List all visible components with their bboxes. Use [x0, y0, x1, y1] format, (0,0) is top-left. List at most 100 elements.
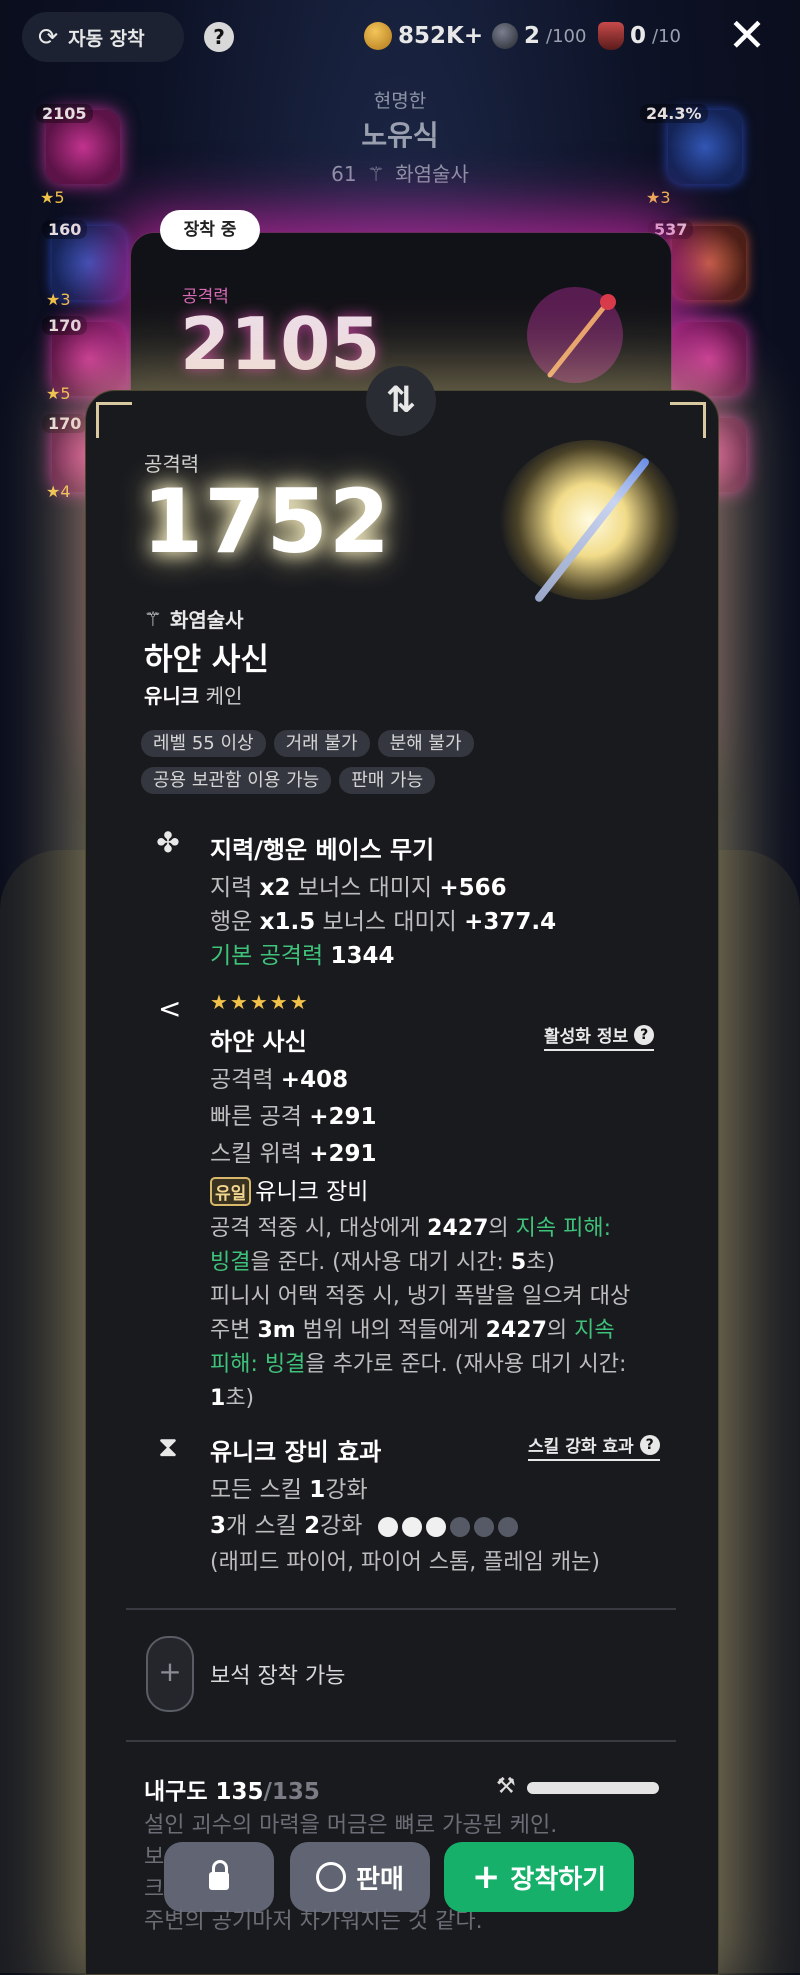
- stat-value: +566: [439, 875, 507, 901]
- hourglass-icon: ⧗: [158, 1430, 178, 1463]
- help-icon[interactable]: ?: [204, 22, 234, 52]
- slot-stars: ★5: [46, 384, 71, 403]
- class-icon: ⚚: [366, 162, 385, 186]
- base-attack-value: 1344: [330, 943, 395, 969]
- effect-range: 3m: [257, 1318, 296, 1343]
- equip-button[interactable]: + 장착하기: [444, 1842, 634, 1912]
- base-weapon-line-1: 지력 x2 보너스 대미지 +566: [210, 868, 507, 902]
- class-icon: ⚚: [144, 606, 162, 631]
- slot-value: 24.3%: [640, 104, 708, 123]
- stat-value: +377.4: [464, 909, 557, 935]
- auto-equip-button[interactable]: ⟳ 자동 장착: [22, 12, 184, 62]
- effect-text: 범위 내의 적들에게: [302, 1318, 479, 1343]
- effect-text: 의: [546, 1318, 568, 1343]
- effect-value: 2427: [427, 1216, 489, 1241]
- swap-icon[interactable]: ⇅: [366, 366, 436, 436]
- effect-text: 초): [526, 1250, 555, 1275]
- effect-keyword: 빙결: [210, 1250, 251, 1275]
- star-rating: ★★★★★: [210, 990, 310, 1014]
- item-rarity: 유니크: [144, 684, 200, 708]
- item-tags: 레벨 55 이상 거래 불가 분해 불가 공용 보관함 이용 가능 판매 가능: [141, 730, 661, 794]
- refresh-icon: ⟳: [38, 23, 59, 51]
- effect-text: 의: [488, 1216, 509, 1241]
- set-stat-value: +291: [309, 1104, 377, 1130]
- slot-value: 2105: [36, 104, 93, 123]
- set-stat-value: +408: [280, 1067, 349, 1093]
- currency-gold: 852K+: [364, 18, 483, 54]
- effect-text: 을 준다. (재사용 대기 시간:: [250, 1250, 504, 1275]
- gem-slot-label: 보석 장착 가능: [210, 1664, 346, 1689]
- effect-2-line-2: 주변 3m 범위 내의 적들에게 2427의 지속: [210, 1312, 615, 1344]
- skill-enhance-link[interactable]: 스킬 강화 효과 ?: [528, 1432, 660, 1461]
- dot-empty: [497, 1516, 518, 1537]
- equip-slot[interactable]: [672, 322, 746, 396]
- divider: [126, 1608, 676, 1610]
- effect-2-line-4: 1초): [210, 1380, 254, 1412]
- card-corner-ornament: [670, 402, 706, 438]
- lock-icon: [209, 1860, 229, 1890]
- effect-text: 공격 적중 시, 대상에게: [210, 1216, 421, 1241]
- set-stat: 스킬 위력 +291: [210, 1134, 377, 1168]
- chevron-left-icon[interactable]: <: [158, 992, 181, 1025]
- close-icon[interactable]: ✕: [722, 10, 772, 60]
- mask-value: 0: [630, 23, 647, 49]
- tag-dismantle: 분해 불가: [377, 730, 474, 757]
- character-class: 화염술사: [395, 162, 469, 186]
- dark-orb-icon: [492, 23, 518, 49]
- set-stat-label: 공격력: [210, 1067, 274, 1093]
- mask-max: /10: [652, 25, 681, 47]
- stat-name: 행운: [210, 909, 253, 935]
- set-name: 하얀 사신: [210, 1028, 307, 1056]
- unique-effect-line-2: 3개 스킬 2강화: [210, 1506, 518, 1540]
- attack-value: 1752: [142, 470, 391, 573]
- slot-value: 160: [42, 220, 88, 239]
- effect-text: 모든 스킬: [210, 1477, 302, 1503]
- slot-stars: ★5: [40, 188, 65, 207]
- item-rarity-type: 유니크 케인: [144, 680, 242, 709]
- sell-button[interactable]: 판매: [290, 1842, 430, 1912]
- help-icon: ?: [639, 1434, 660, 1455]
- gem-slot-button[interactable]: +: [146, 1636, 194, 1712]
- unique-effect-line-1: 모든 스킬 1강화: [210, 1470, 368, 1504]
- equipped-weapon-image: [527, 287, 623, 383]
- plus-icon: +: [471, 1857, 501, 1897]
- clover-sword-icon: ✤: [156, 826, 180, 859]
- effect-1-line-2: 빙결을 준다. (재사용 대기 시간: 5초): [210, 1244, 555, 1276]
- dot-filled: [401, 1516, 422, 1537]
- stat-name: 지력: [210, 875, 253, 901]
- effect-value: 3: [210, 1513, 227, 1539]
- set-stat-value: +291: [309, 1141, 377, 1167]
- durability-label: 내구도: [144, 1779, 208, 1805]
- stat-text: 보너스 대미지: [322, 909, 457, 935]
- lock-button[interactable]: [164, 1842, 274, 1912]
- stat-text: 보너스 대미지: [297, 875, 433, 901]
- effect-text: 강화: [325, 1477, 368, 1503]
- skill-enhance-label: 스킬 강화 효과: [528, 1437, 634, 1457]
- orb-value: 2: [524, 23, 541, 49]
- effect-1-line-1: 공격 적중 시, 대상에게 2427의 지속 피해:: [210, 1210, 611, 1242]
- dot-filled: [377, 1516, 398, 1537]
- sell-icon: [316, 1862, 347, 1892]
- equipped-tag: 장착 중: [160, 210, 260, 250]
- durability-bar: [527, 1782, 659, 1794]
- effect-text: 초): [225, 1386, 255, 1411]
- set-stat-label: 빠른 공격: [210, 1104, 302, 1130]
- card-corner-ornament: [96, 402, 132, 438]
- unique-equip-label: 유니크 장비: [255, 1179, 369, 1205]
- slot-value: 170: [42, 316, 88, 335]
- character-level: 61: [331, 162, 357, 186]
- effect-keyword: 피해: 빙결: [210, 1352, 306, 1377]
- tag-trade: 거래 불가: [273, 730, 370, 757]
- slot-stars: ★4: [46, 482, 71, 501]
- help-icon: ?: [634, 1024, 655, 1045]
- tag-shared-storage: 공용 보관함 이용 가능: [141, 767, 332, 794]
- effect-2-line-1: 피니시 어택 적중 시, 냉기 폭발을 일으켜 대상: [210, 1278, 630, 1310]
- effect-text: 피니시 어택 적중 시, 냉기 폭발을 일으켜 대상: [210, 1284, 631, 1309]
- effect-value: 2427: [485, 1318, 547, 1343]
- unique-equip-line: 유일 유니크 장비: [210, 1172, 368, 1206]
- item-type: 케인: [205, 684, 243, 708]
- item-class: 화염술사: [169, 608, 244, 632]
- durability-value: 135: [215, 1779, 264, 1805]
- activation-info-link[interactable]: 활성화 정보 ?: [544, 1022, 655, 1051]
- slot-value: 170: [42, 414, 88, 433]
